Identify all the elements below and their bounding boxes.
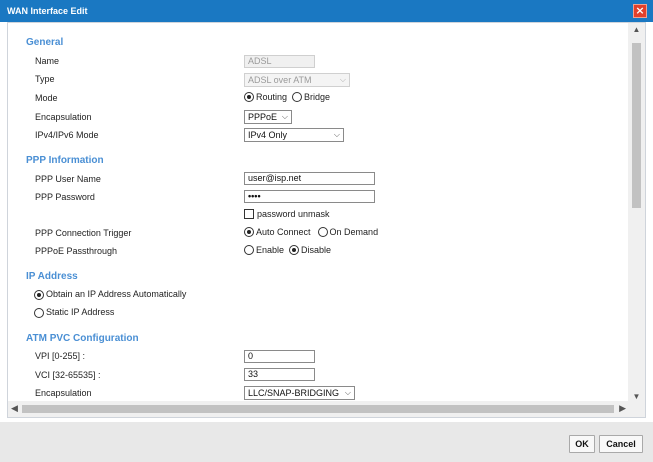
vci-input[interactable]: 33 bbox=[244, 368, 315, 381]
cancel-button[interactable]: Cancel bbox=[599, 435, 643, 453]
form-area: General Name ADSL Type ADSL over ATM ⌵ Mo… bbox=[8, 23, 629, 403]
ppp-trigger-label: PPP Connection Trigger bbox=[35, 228, 132, 238]
vertical-scrollbar[interactable]: ▲ ▼ bbox=[628, 23, 645, 403]
ip-mode-select[interactable]: IPv4 Only ⌵ bbox=[244, 128, 344, 142]
horizontal-scrollbar[interactable]: ◀ ▶ bbox=[8, 401, 629, 417]
dialog-footer bbox=[0, 422, 653, 462]
password-unmask-checkbox[interactable]: password unmask bbox=[244, 209, 330, 219]
ppp-password-label: PPP Password bbox=[35, 192, 95, 202]
scroll-right-icon[interactable]: ▶ bbox=[619, 403, 626, 414]
trigger-auto-connect-radio[interactable]: Auto Connect bbox=[244, 227, 311, 237]
ip-static-radio[interactable]: Static IP Address bbox=[34, 307, 114, 318]
dialog-content: General Name ADSL Type ADSL over ATM ⌵ Mo… bbox=[7, 22, 646, 418]
horizontal-scroll-thumb[interactable] bbox=[22, 405, 614, 413]
encapsulation-select[interactable]: PPPoE ⌵ bbox=[244, 110, 292, 124]
dialog-titlebar: WAN Interface Edit × bbox=[0, 0, 653, 22]
vpi-label: VPI [0-255] : bbox=[35, 351, 86, 361]
type-label: Type bbox=[35, 74, 55, 84]
chevron-down-icon: ⌵ bbox=[333, 130, 340, 139]
atm-encapsulation-label: Encapsulation bbox=[35, 388, 92, 398]
scroll-up-icon[interactable]: ▲ bbox=[628, 25, 645, 34]
section-atm-title: ATM PVC Configuration bbox=[26, 333, 139, 344]
passthrough-disable-radio[interactable]: Disable bbox=[289, 245, 331, 255]
section-ip-title: IP Address bbox=[26, 271, 78, 282]
ok-button[interactable]: OK bbox=[569, 435, 595, 453]
scroll-down-icon[interactable]: ▼ bbox=[628, 392, 645, 401]
dialog-title: WAN Interface Edit bbox=[7, 6, 88, 16]
mode-label: Mode bbox=[35, 93, 58, 103]
section-general-title: General bbox=[26, 37, 64, 48]
close-icon[interactable]: × bbox=[633, 4, 647, 18]
ip-mode-label: IPv4/IPv6 Mode bbox=[35, 130, 99, 140]
type-select: ADSL over ATM ⌵ bbox=[244, 73, 350, 87]
section-ppp-title: PPP Information bbox=[26, 155, 104, 166]
name-label: Name bbox=[35, 56, 60, 66]
vpi-input[interactable]: 0 bbox=[244, 350, 315, 363]
pppoe-passthrough-label: PPPoE Passthrough bbox=[35, 246, 118, 256]
mode-bridge-radio[interactable]: Bridge bbox=[292, 92, 330, 102]
ppp-username-input[interactable]: user@isp.net bbox=[244, 172, 375, 185]
chevron-down-icon: ⌵ bbox=[344, 388, 351, 397]
scrollbar-corner bbox=[628, 401, 645, 417]
ip-auto-radio[interactable]: Obtain an IP Address Automatically bbox=[34, 289, 186, 300]
scroll-left-icon[interactable]: ◀ bbox=[11, 403, 18, 414]
chevron-down-icon: ⌵ bbox=[281, 112, 288, 121]
name-input: ADSL bbox=[244, 55, 315, 68]
mode-routing-radio[interactable]: Routing bbox=[244, 92, 287, 102]
ppp-password-input[interactable]: •••• bbox=[244, 190, 375, 203]
trigger-on-demand-radio[interactable]: On Demand bbox=[317, 227, 378, 237]
vertical-scroll-thumb[interactable] bbox=[632, 43, 641, 208]
chevron-down-icon: ⌵ bbox=[339, 75, 346, 84]
passthrough-enable-radio[interactable]: Enable bbox=[244, 245, 284, 255]
encapsulation-label: Encapsulation bbox=[35, 112, 92, 122]
ppp-username-label: PPP User Name bbox=[35, 174, 101, 184]
vci-label: VCI [32-65535] : bbox=[35, 370, 101, 380]
atm-encapsulation-select[interactable]: LLC/SNAP-BRIDGING ⌵ bbox=[244, 386, 355, 400]
